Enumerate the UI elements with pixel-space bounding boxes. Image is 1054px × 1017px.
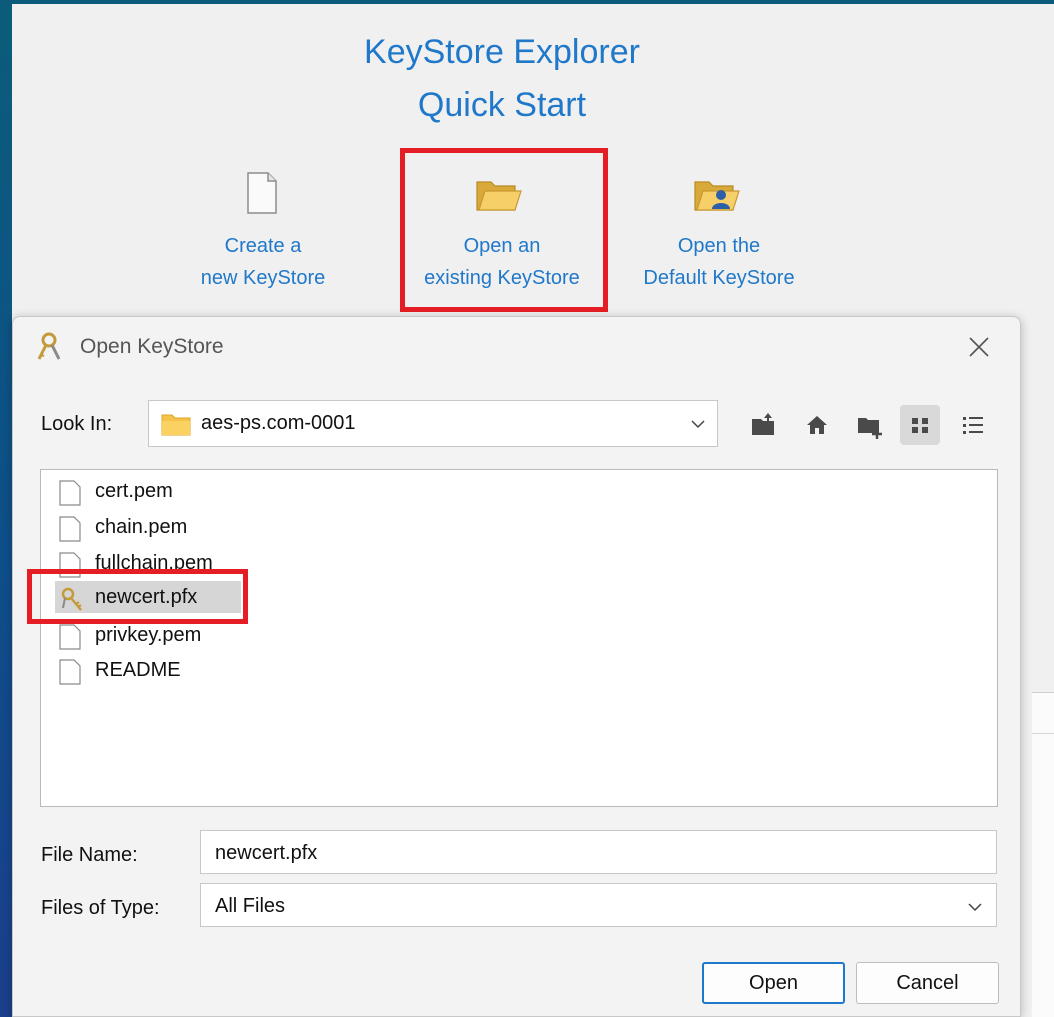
- open-keystore-dialog: Open KeyStore Look In: aes-ps.com-0001 c…: [12, 316, 1021, 1017]
- file-name-input[interactable]: newcert.pfx: [200, 830, 997, 874]
- file-icon: [59, 552, 81, 578]
- cancel-button[interactable]: Cancel: [856, 962, 999, 1004]
- file-item-selected[interactable]: newcert.pfx: [55, 581, 241, 613]
- close-icon[interactable]: [963, 331, 995, 363]
- file-name-label: File Name:: [41, 844, 138, 866]
- open-folder-icon: [476, 181, 522, 211]
- up-folder-icon: [752, 413, 774, 435]
- chevron-down-icon: [691, 420, 705, 429]
- quick-start-title: KeyStore Explorer: [364, 33, 640, 71]
- files-of-type-select[interactable]: All Files: [200, 883, 997, 927]
- keystore-app-icon: [37, 332, 61, 360]
- blank-document-icon: [247, 172, 277, 214]
- home-button[interactable]: [797, 405, 837, 445]
- up-one-level-button[interactable]: [743, 405, 783, 445]
- open-button[interactable]: Open: [702, 962, 845, 1004]
- file-icon: [59, 480, 81, 506]
- create-new-keystore-link[interactable]: Create a new KeyStore: [180, 230, 346, 294]
- look-in-label: Look In:: [41, 413, 113, 435]
- file-list[interactable]: cert.pem chain.pem fullchain.pem newcert…: [40, 469, 998, 807]
- keystore-icon: [61, 587, 82, 611]
- list-view-icon: [912, 418, 928, 433]
- quick-start-subtitle: Quick Start: [417, 86, 587, 124]
- list-view-button[interactable]: [900, 405, 940, 445]
- look-in-combobox[interactable]: aes-ps.com-0001: [148, 400, 718, 447]
- open-default-keystore-link[interactable]: Open the Default KeyStore: [622, 230, 816, 294]
- new-folder-icon: [858, 418, 882, 439]
- details-view-button[interactable]: [953, 405, 993, 445]
- files-of-type-label: Files of Type:: [41, 897, 160, 919]
- file-icon: [59, 659, 81, 685]
- home-icon: [807, 416, 827, 434]
- folder-icon: [161, 414, 191, 436]
- file-icon: [59, 516, 81, 542]
- file-icon: [59, 624, 81, 650]
- open-existing-keystore-link[interactable]: Open an existing KeyStore: [404, 230, 600, 294]
- new-folder-button[interactable]: [849, 405, 889, 445]
- user-folder-icon: [694, 181, 740, 211]
- details-view-icon: [963, 417, 983, 434]
- dialog-titlebar[interactable]: Open KeyStore: [13, 317, 1020, 379]
- chevron-down-icon: [968, 903, 982, 912]
- dialog-title: Open KeyStore: [80, 335, 224, 358]
- look-in-value: aes-ps.com-0001: [201, 412, 356, 434]
- background-panel-edge: [1032, 692, 1054, 1017]
